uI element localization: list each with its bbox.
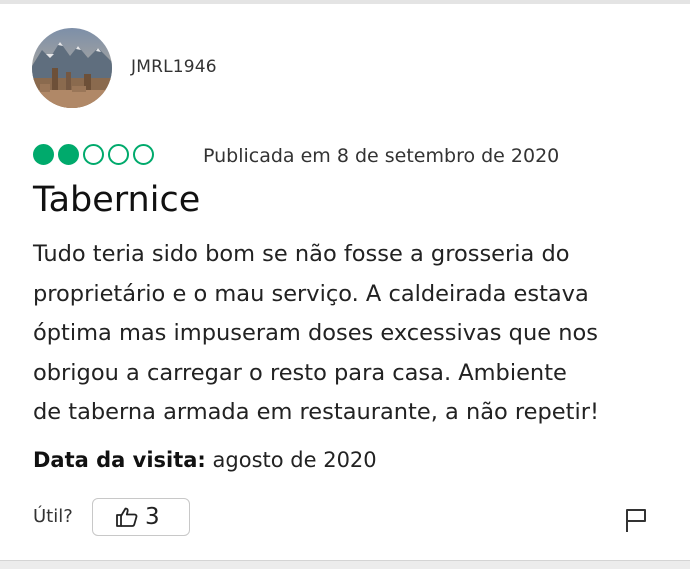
- visit-date-value: agosto de 2020: [212, 448, 377, 472]
- review-body-line: proprietário e o mau serviço. A caldeira…: [33, 280, 589, 307]
- helpful-vote-button[interactable]: 3: [92, 498, 190, 536]
- helpful-count: 3: [145, 504, 160, 530]
- bottom-divider: [0, 560, 690, 569]
- bubble-rating: [33, 144, 154, 165]
- author-name[interactable]: JMRL1946: [131, 57, 217, 77]
- visit-date: Data da visita: agosto de 2020: [33, 448, 377, 472]
- visit-date-label: Data da visita:: [33, 448, 206, 472]
- rating-bubble: [58, 144, 79, 165]
- rating-bubble: [33, 144, 54, 165]
- avatar-photo: [32, 28, 112, 108]
- review-body-line: obrigou a carregar o resto para casa. Am…: [33, 359, 567, 386]
- published-date: Publicada em 8 de setembro de 2020: [203, 145, 560, 167]
- review-body-line: óptima mas impuseram doses excessivas qu…: [33, 320, 598, 346]
- flag-icon: [626, 509, 646, 532]
- review-title[interactable]: Tabernice: [33, 180, 200, 220]
- rating-bubble: [133, 144, 154, 165]
- helpful-label: Útil?: [33, 506, 73, 527]
- thumbs-up-icon: [116, 507, 138, 527]
- avatar[interactable]: [32, 28, 112, 108]
- review-body: Tudo teria sido bom se não fosse a gross…: [33, 235, 663, 433]
- top-divider: [0, 0, 690, 4]
- rating-bubble: [83, 144, 104, 165]
- review-body-line: Tudo teria sido bom se não fosse a gross…: [33, 241, 570, 267]
- report-button[interactable]: [624, 507, 648, 533]
- review-body-line: de taberna armada em restaurante, a não …: [33, 399, 599, 425]
- rating-bubble: [108, 144, 129, 165]
